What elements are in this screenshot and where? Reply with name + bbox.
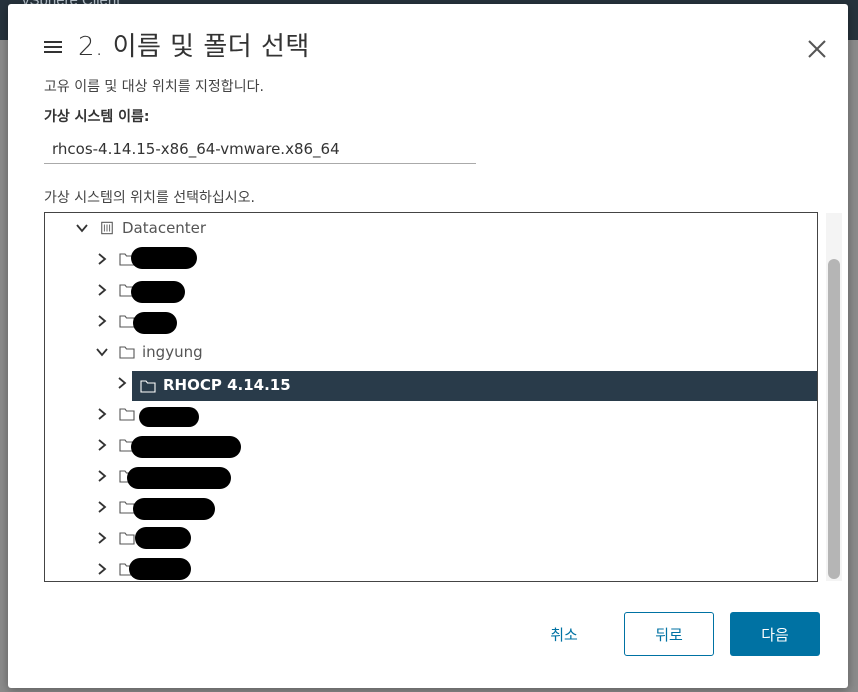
back-button[interactable]: 뒤로 (624, 612, 714, 656)
tree-node-folder[interactable] (45, 430, 817, 460)
chevron-right-icon[interactable] (95, 500, 109, 514)
datacenter-icon (101, 221, 113, 235)
tree-node-label: Datacenter (122, 219, 207, 237)
close-icon[interactable] (806, 38, 828, 60)
tree-node-folder[interactable] (45, 492, 817, 522)
redacted-label (127, 467, 231, 489)
tree-node-folder[interactable] (45, 275, 817, 305)
redacted-label (131, 247, 197, 269)
tree-node-folder[interactable] (45, 523, 817, 553)
tree-node-ingyung[interactable]: ingyung (45, 337, 817, 367)
chevron-right-icon[interactable] (95, 438, 109, 452)
redacted-label (139, 407, 199, 427)
chevron-down-icon[interactable] (75, 221, 89, 235)
chevron-right-icon[interactable] (95, 531, 109, 545)
tree-node-folder[interactable] (45, 554, 817, 581)
selected-tree-row[interactable]: RHOCP 4.14.15 (132, 371, 817, 401)
folder-icon (119, 408, 135, 421)
next-button[interactable]: 다음 (730, 612, 820, 656)
tree-node-label: RHOCP 4.14.15 (163, 376, 291, 394)
vm-name-label: 가상 시스템 이름: (44, 109, 150, 125)
folder-icon (119, 346, 135, 359)
chevron-right-icon[interactable] (95, 252, 109, 266)
chevron-right-icon[interactable] (95, 562, 109, 576)
location-label: 가상 시스템의 위치를 선택하십시오. (44, 190, 255, 206)
chevron-right-icon[interactable] (95, 314, 109, 328)
redacted-label (129, 558, 191, 580)
redacted-label (133, 312, 177, 334)
folder-tree: Datacenter ingyung RHOCP 4.14.15 (44, 212, 818, 582)
redacted-label (133, 498, 215, 520)
chevron-right-icon[interactable] (115, 376, 129, 390)
redacted-label (131, 436, 241, 458)
chevron-right-icon[interactable] (95, 469, 109, 483)
folder-icon (140, 380, 156, 393)
dialog-title: 2. 이름 및 폴더 선택 (78, 32, 310, 62)
redacted-label (131, 281, 185, 303)
redacted-label (135, 527, 191, 549)
tree-node-folder[interactable] (45, 399, 817, 429)
cancel-button[interactable]: 취소 (526, 612, 602, 656)
vm-name-input[interactable] (44, 134, 476, 164)
folder-icon (119, 532, 135, 545)
chevron-down-icon[interactable] (95, 345, 109, 359)
tree-node-folder[interactable] (45, 244, 817, 274)
scrollbar-thumb[interactable] (828, 259, 840, 579)
deploy-ovf-dialog: 2. 이름 및 폴더 선택 고유 이름 및 대상 위치를 지정합니다. 가상 시… (8, 4, 848, 688)
chevron-right-icon[interactable] (95, 283, 109, 297)
tree-node-folder[interactable] (45, 461, 817, 491)
tree-scrollbar[interactable] (826, 213, 842, 581)
tree-node-folder[interactable] (45, 306, 817, 336)
tree-node-label: ingyung (142, 343, 203, 361)
dialog-description: 고유 이름 및 대상 위치를 지정합니다. (44, 79, 264, 95)
chevron-right-icon[interactable] (95, 407, 109, 421)
tree-node-datacenter[interactable]: Datacenter (45, 213, 817, 243)
hamburger-menu-icon[interactable] (44, 40, 62, 54)
